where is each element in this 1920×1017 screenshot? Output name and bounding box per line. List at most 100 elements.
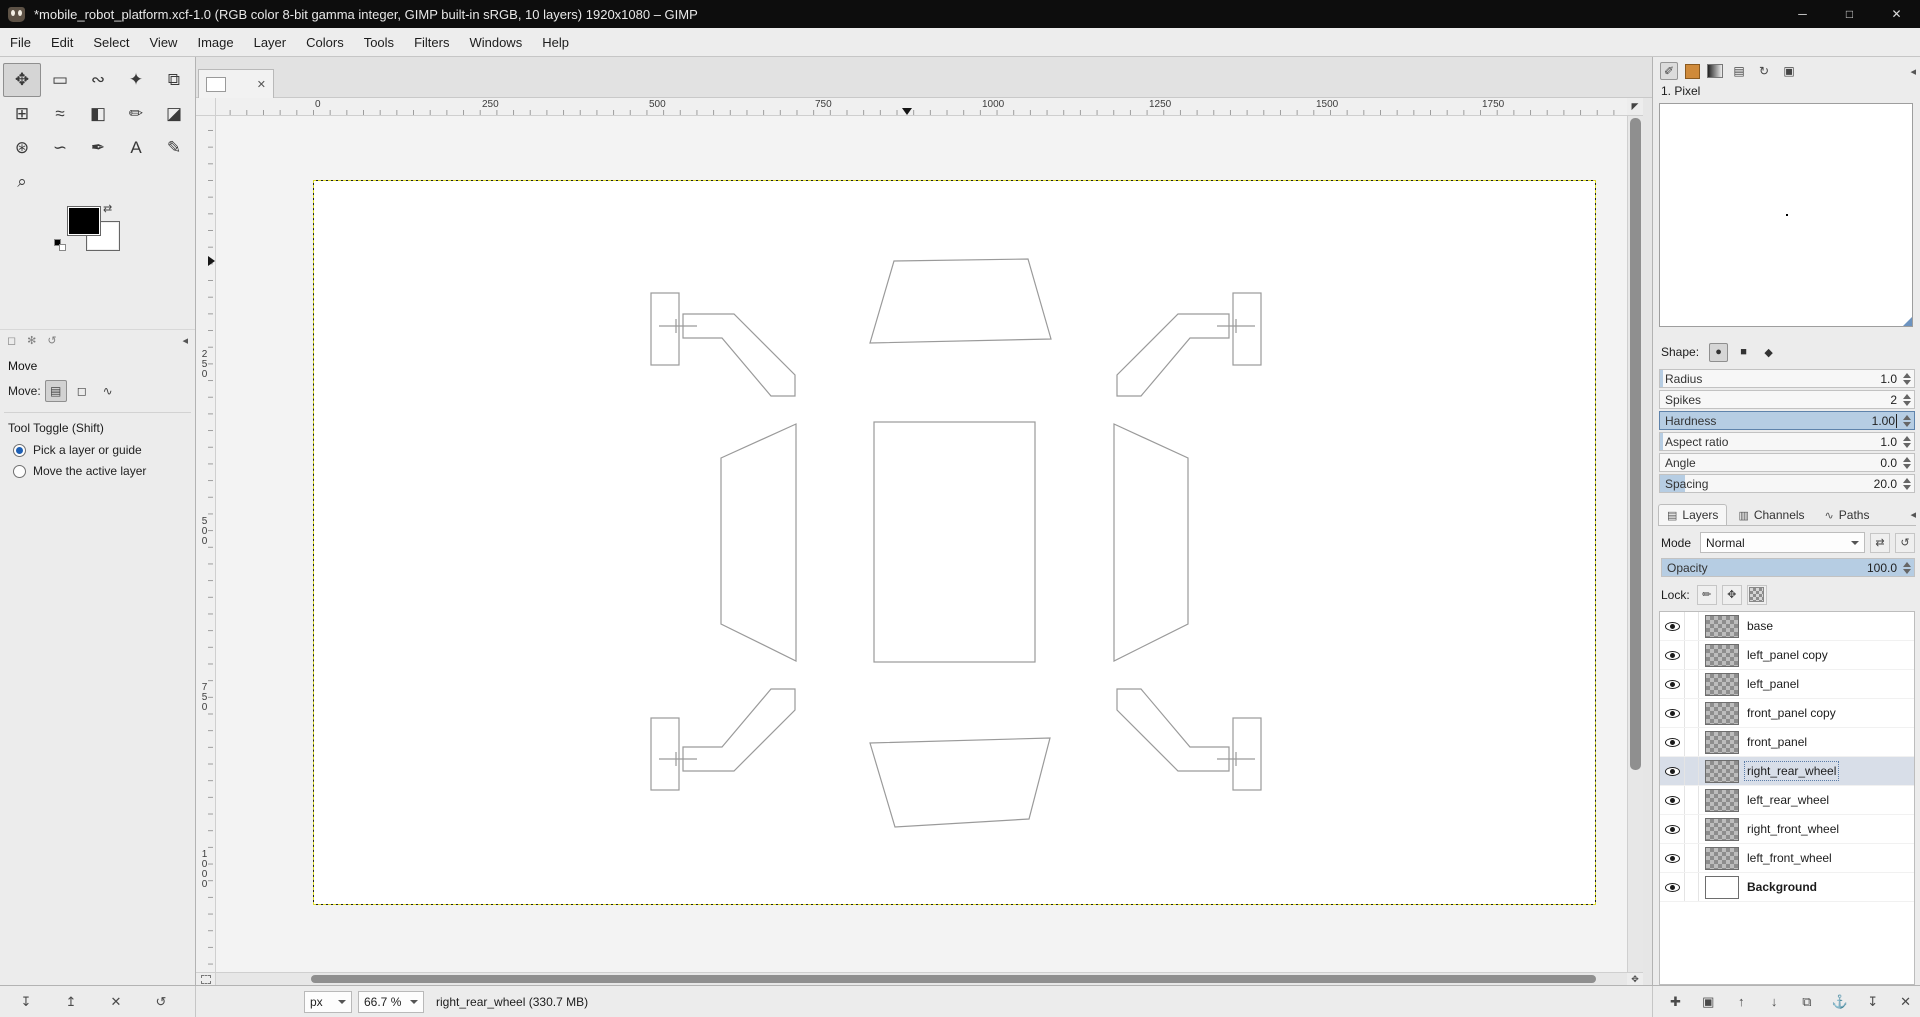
restore-preset-icon[interactable]: ↥ [53, 989, 89, 1015]
visibility-toggle[interactable] [1660, 844, 1685, 872]
layer-row-left-panel-copy[interactable]: left_panel copy [1660, 641, 1914, 670]
mode-dropdown[interactable]: Normal [1700, 532, 1865, 553]
menu-windows[interactable]: Windows [459, 28, 532, 56]
rectangle-select-tool-icon[interactable]: ▭ [41, 63, 79, 97]
dock-collapse-icon[interactable]: ◂ [1910, 508, 1916, 521]
clone-tool-icon[interactable]: ⊛ [3, 131, 41, 165]
layer-thumbnail[interactable] [1705, 672, 1739, 696]
default-colors-icon[interactable] [54, 239, 67, 252]
layer-thumbnail[interactable] [1705, 643, 1739, 667]
layer-name[interactable]: right_rear_wheel [1743, 761, 1840, 781]
lower-layer-icon[interactable]: ↓ [1760, 988, 1789, 1015]
lock-alpha-icon[interactable] [1746, 584, 1767, 605]
delete-preset-icon[interactable]: ✕ [98, 989, 134, 1015]
shape-circle-button[interactable]: ● [1709, 342, 1729, 362]
delete-layer-icon[interactable]: ✕ [1891, 988, 1920, 1015]
brush-preview[interactable] [1659, 103, 1913, 327]
menu-help[interactable]: Help [532, 28, 579, 56]
layer-thumbnail[interactable] [1705, 701, 1739, 725]
warp-transform-tool-icon[interactable]: ≈ [41, 97, 79, 131]
spinner-icon[interactable] [1902, 372, 1911, 385]
radio-pick-layer[interactable]: Pick a layer or guide [0, 440, 195, 461]
raise-layer-icon[interactable]: ↑ [1727, 988, 1756, 1015]
crop-tool-icon[interactable]: ⧉ [155, 63, 193, 97]
hardness-slider[interactable]: Hardness 1.00 [1659, 411, 1915, 430]
chain-cell[interactable] [1685, 612, 1699, 640]
opacity-slider[interactable]: Opacity 100.0 [1661, 558, 1915, 577]
canvas-menu-icon[interactable]: ◤ [1627, 98, 1643, 116]
layer-row-front-panel-copy[interactable]: front_panel copy [1660, 699, 1914, 728]
layer-thumbnail[interactable] [1705, 788, 1739, 812]
history-tab-icon[interactable]: ↻ [1755, 62, 1773, 80]
dock-tab-icon-3[interactable]: ↺ [47, 334, 56, 347]
horizontal-scrollbar[interactable] [216, 972, 1627, 985]
shape-diamond-button[interactable]: ◆ [1759, 343, 1778, 362]
move-layer-button[interactable]: ▤ [44, 380, 67, 402]
spacing-slider[interactable]: Spacing 20.0 [1659, 474, 1915, 493]
layer-thumbnail[interactable] [1705, 730, 1739, 754]
chain-cell[interactable] [1685, 786, 1699, 814]
angle-slider[interactable]: Angle 0.0 [1659, 453, 1915, 472]
layer-name[interactable]: Background [1747, 880, 1817, 894]
smudge-tool-icon[interactable]: ∽ [41, 131, 79, 165]
layer-thumbnail[interactable] [1705, 614, 1739, 638]
layer-thumbnail[interactable] [1705, 817, 1739, 841]
move-selection-button[interactable]: ◻ [71, 380, 93, 402]
radius-slider[interactable]: Radius 1.0 [1659, 369, 1915, 388]
radio-button-unselected[interactable] [13, 464, 26, 478]
layer-row-left-rear-wheel[interactable]: left_rear_wheel [1660, 786, 1914, 815]
eraser-tool-icon[interactable]: ◪ [155, 97, 193, 131]
foreground-color-swatch[interactable] [67, 206, 101, 236]
layer-name[interactable]: front_panel copy [1747, 706, 1836, 720]
tab-channels[interactable]: ▥ Channels [1729, 504, 1813, 525]
new-group-icon[interactable]: ▣ [1694, 988, 1723, 1015]
free-select-tool-icon[interactable]: ∾ [79, 63, 117, 97]
spinner-icon[interactable] [1902, 414, 1911, 427]
move-path-button[interactable]: ∿ [97, 380, 119, 402]
anchor-layer-icon[interactable]: ⚓ [1825, 988, 1854, 1015]
bucket-fill-tool-icon[interactable]: ◧ [79, 97, 117, 131]
visibility-toggle[interactable] [1660, 612, 1685, 640]
lock-position-icon[interactable]: ✥ [1721, 584, 1742, 605]
unit-dropdown[interactable]: px [304, 991, 352, 1013]
visibility-toggle[interactable] [1660, 757, 1685, 785]
visibility-toggle[interactable] [1660, 786, 1685, 814]
layer-name[interactable]: base [1747, 619, 1773, 633]
zoom-dropdown[interactable]: 66.7 % [358, 991, 424, 1013]
dock-collapse-icon[interactable]: ◂ [182, 334, 188, 347]
dock-collapse-icon[interactable]: ◂ [1910, 65, 1916, 78]
merge-down-icon[interactable]: ↧ [1858, 988, 1887, 1015]
shape-square-button[interactable]: ■ [1734, 343, 1753, 362]
lock-pixels-icon[interactable]: ✏ [1696, 584, 1717, 605]
mode-reset-icon[interactable]: ↺ [1895, 532, 1915, 553]
horizontal-scrollbar-thumb[interactable] [311, 975, 1596, 983]
menu-select[interactable]: Select [83, 28, 139, 56]
spinner-icon[interactable] [1902, 393, 1911, 406]
vertical-scrollbar-thumb[interactable] [1630, 118, 1641, 770]
aspect-ratio-slider[interactable]: Aspect ratio 1.0 [1659, 432, 1915, 451]
chain-cell[interactable] [1685, 670, 1699, 698]
patterns-tab-icon[interactable] [1685, 63, 1700, 79]
navigation-icon[interactable]: ✥ [1627, 972, 1643, 985]
tab-paths[interactable]: ∿ Paths [1816, 504, 1879, 525]
menu-edit[interactable]: Edit [41, 28, 83, 56]
horizontal-ruler[interactable]: 0 250 500 750 1000 1250 1500 1750 [216, 98, 1627, 116]
menu-tools[interactable]: Tools [354, 28, 404, 56]
move-tool-icon[interactable]: ✥ [3, 63, 41, 97]
canvas-viewport[interactable] [216, 116, 1627, 972]
layer-name[interactable]: left_rear_wheel [1747, 793, 1829, 807]
layer-thumbnail[interactable] [1705, 759, 1739, 783]
canvas-page[interactable] [313, 180, 1596, 905]
vertical-scrollbar[interactable] [1627, 116, 1643, 972]
swap-colors-icon[interactable]: ⇄ [103, 202, 112, 215]
new-layer-icon[interactable]: ✚ [1661, 988, 1690, 1015]
layer-name[interactable]: left_panel copy [1747, 648, 1828, 662]
menu-view[interactable]: View [140, 28, 188, 56]
unified-transform-tool-icon[interactable]: ⊞ [3, 97, 41, 131]
visibility-toggle[interactable] [1660, 641, 1685, 669]
layer-row-background[interactable]: Background [1660, 873, 1914, 902]
visibility-toggle[interactable] [1660, 670, 1685, 698]
radio-button-selected[interactable] [13, 443, 26, 457]
resize-grip-icon[interactable] [1903, 317, 1912, 326]
duplicate-layer-icon[interactable]: ⧉ [1793, 988, 1822, 1015]
